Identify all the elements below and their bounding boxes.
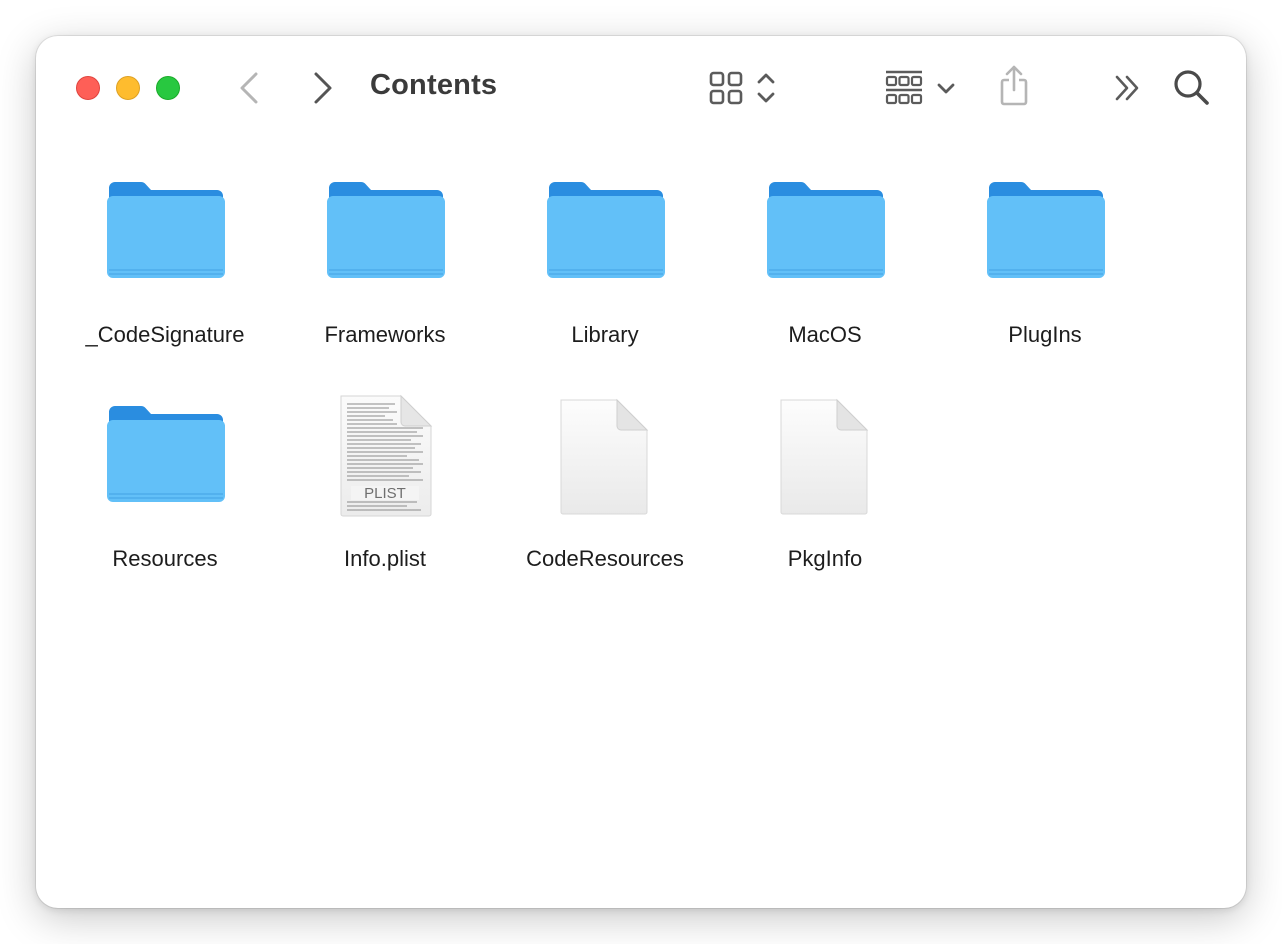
folder-item[interactable]: Frameworks — [275, 140, 495, 364]
window-title: Contents — [370, 69, 498, 101]
folder-item[interactable]: Library — [495, 140, 715, 364]
file-item[interactable]: CodeResources — [495, 364, 715, 588]
plist-badge: PLIST — [364, 485, 406, 502]
item-label: Frameworks — [324, 322, 446, 347]
minimize-button[interactable] — [116, 76, 140, 100]
folder-item[interactable]: MacOS — [715, 140, 935, 364]
folder-icon — [987, 181, 1105, 278]
file-item[interactable]: PkgInfo — [715, 364, 935, 588]
folder-icon — [767, 181, 885, 278]
search-icon[interactable] — [1172, 68, 1212, 108]
file-item[interactable]: PLIST Info.plist — [275, 364, 495, 588]
double-chevron-right-icon[interactable] — [1114, 74, 1142, 102]
chevron-down-icon — [937, 83, 955, 94]
plist-file-icon: PLIST — [340, 394, 433, 517]
chevron-left-icon[interactable] — [236, 70, 264, 106]
toolbar: Contents — [36, 36, 1246, 140]
folder-icon — [547, 181, 665, 278]
item-label: MacOS — [788, 322, 862, 347]
updown-chevron-icon — [757, 73, 775, 103]
document-icon — [780, 398, 869, 515]
finder-window: Contents _CodeSignature Frameworks Libra… — [36, 36, 1246, 908]
zoom-button[interactable] — [156, 76, 180, 100]
folder-icon — [107, 405, 225, 502]
icon-grid-view-icon — [709, 71, 743, 105]
folder-icon — [107, 181, 225, 278]
chevron-right-icon[interactable] — [308, 70, 336, 106]
item-label: CodeResources — [526, 546, 684, 571]
item-label: Library — [571, 322, 639, 347]
item-label: _CodeSignature — [85, 322, 245, 347]
document-icon — [560, 398, 649, 515]
item-label: Info.plist — [344, 546, 426, 571]
share-icon[interactable] — [998, 64, 1030, 108]
folder-item[interactable]: PlugIns — [935, 140, 1155, 364]
item-label: PlugIns — [1008, 322, 1082, 347]
folder-icon — [327, 181, 445, 278]
item-label: Resources — [112, 546, 218, 571]
group-by-button[interactable] — [884, 68, 960, 108]
folder-item[interactable]: Resources — [55, 364, 275, 588]
view-mode-button[interactable] — [708, 70, 780, 106]
close-button[interactable] — [76, 76, 100, 100]
folder-item[interactable]: _CodeSignature — [55, 140, 275, 364]
group-by-icon — [885, 70, 923, 105]
item-label: PkgInfo — [787, 546, 863, 571]
